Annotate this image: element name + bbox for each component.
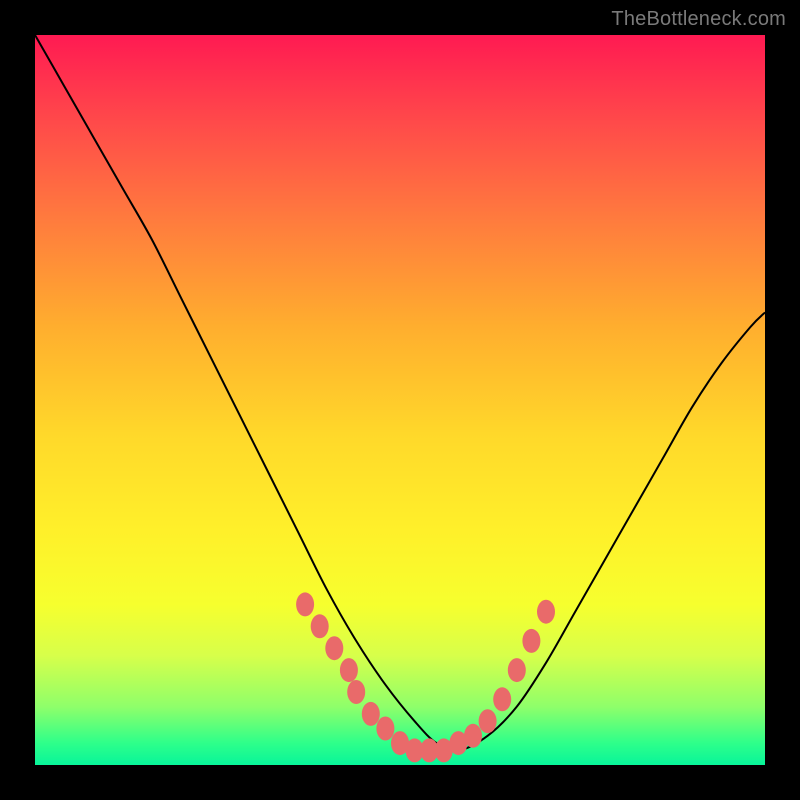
watermark-text: TheBottleneck.com [611,8,786,31]
chart-background [35,35,765,765]
